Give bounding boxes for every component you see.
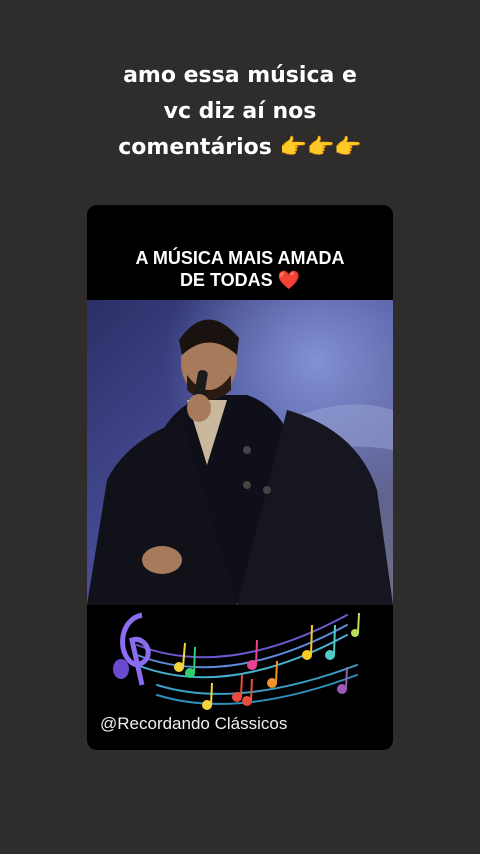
video-card[interactable]: A MÚSICA MAIS AMADA DE TODAS ❤️ @Recorda… [87, 205, 393, 750]
card-title-line-2: DE TODAS [179, 270, 273, 290]
video-frame[interactable] [87, 300, 393, 605]
card-title-line-1: A MÚSICA MAIS AMADA [135, 248, 345, 268]
watermark-handle: @Recordando Clássicos [100, 714, 288, 733]
overlay-caption: amo essa música e vc diz aí nos comentár… [0, 58, 480, 166]
singer-on-stage-image [87, 300, 393, 605]
music-notes-decoration: @Recordando Clássicos [87, 605, 393, 750]
card-title: A MÚSICA MAIS AMADA DE TODAS ❤️ [87, 247, 393, 291]
heart-icon: ❤️ [277, 270, 301, 290]
caption-line-3: comentários 👉👉👉 [118, 135, 362, 160]
card-title-line-2-wrap: DE TODAS ❤️ [87, 269, 393, 291]
caption-line-2: vc diz aí nos [163, 99, 317, 124]
caption-line-1: amo essa música e [123, 63, 357, 88]
